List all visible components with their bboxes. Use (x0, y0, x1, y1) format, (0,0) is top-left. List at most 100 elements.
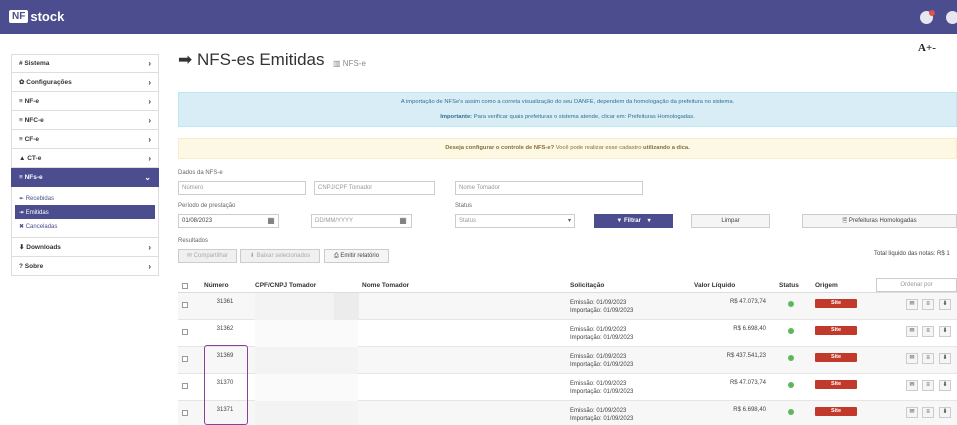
chevron-right-icon: › (148, 153, 151, 163)
sidebar: # Sistema › ✿ Configurações › ≡ NF-e › ≡ NF… (11, 54, 159, 276)
warn-link[interactable]: utilizando a dica. (643, 145, 690, 151)
cell-solicitacao: Emissão: 01/09/2023 Importação: 01/09/202… (570, 299, 633, 315)
importacao-date: Importação: 01/09/2023 (570, 335, 634, 341)
emissao-date: Emissão: 01/09/2023 (570, 354, 627, 360)
date-from-input[interactable]: 01/08/2023 (178, 214, 279, 228)
user-menu-icon[interactable] (946, 11, 957, 24)
col-status[interactable]: Status (779, 282, 799, 289)
masked-cell (255, 347, 358, 374)
row-checkbox[interactable] (182, 383, 188, 389)
cell-numero: 31361 (216, 299, 234, 305)
periodo-label: Período de prestação (178, 203, 236, 209)
submenu-item-emitidas[interactable]: ↠ Emitidas (15, 205, 155, 219)
barcode-icon[interactable]: ≡ (922, 353, 934, 364)
status-ok-icon (788, 382, 794, 388)
status-ok-icon (788, 328, 794, 334)
download-icon[interactable]: ⬇ (939, 407, 951, 418)
warning-alert: Deseja configurar o controle de NFS-e? V… (178, 138, 957, 159)
row-checkbox[interactable] (182, 329, 188, 335)
share-button[interactable]: ✉ Compartilhar (178, 249, 237, 263)
sidebar-item-nfe[interactable]: ≡ NF-e › (11, 92, 159, 111)
download-selected-button[interactable]: ⬇ Baixar selecionados (240, 249, 320, 263)
calendar-icon[interactable]: ▦ (265, 215, 277, 227)
barcode-icon[interactable]: ≡ (922, 299, 934, 310)
download-icon[interactable]: ⬇ (939, 380, 951, 391)
col-cpf-cnpj[interactable]: CPF/CNPJ Tomador (255, 282, 316, 289)
numero-input[interactable]: Número (178, 181, 306, 195)
col-solicitacao[interactable]: Solicitação (570, 282, 604, 289)
email-icon[interactable]: ✉ (906, 326, 918, 337)
clear-button[interactable]: Limpar (691, 214, 770, 228)
row-checkbox[interactable] (182, 302, 188, 308)
chevron-down-icon: ⌄ (144, 172, 151, 182)
cell-valor: R$ 6.698,40 (733, 407, 766, 413)
cnpj-input[interactable]: CNPJ/CPF Tomador (314, 181, 435, 195)
email-icon[interactable]: ✉ (906, 299, 918, 310)
email-icon[interactable]: ✉ (906, 407, 918, 418)
email-icon[interactable]: ✉ (906, 380, 918, 391)
sidebar-item-configuracoes[interactable]: ✿ Configurações › (11, 73, 159, 92)
sidebar-item-downloads[interactable]: ⬇ Downloads › (11, 238, 159, 257)
nfse-submenu: ↞ Recebidas ↠ Emitidas ✖ Canceladas (11, 187, 159, 238)
barcode-icon[interactable]: ≡ (922, 380, 934, 391)
sidebar-item-label: # Sistema (19, 60, 50, 67)
status-select[interactable]: Status ▾ (455, 214, 575, 228)
col-origem[interactable]: Origem (815, 282, 838, 289)
email-icon[interactable]: ✉ (906, 353, 918, 364)
download-icon[interactable]: ⬇ (939, 353, 951, 364)
origem-badge: Site (815, 299, 857, 308)
prefeituras-button[interactable]: 🖹 Prefeituras Homologadas (802, 214, 957, 228)
table-row[interactable]: 31369 Emissão: 01/09/2023 Importação: 01/… (178, 347, 957, 374)
sidebar-item-cte[interactable]: ▲ CT-e › (11, 149, 159, 168)
origem-badge: Site (815, 353, 857, 362)
origem-badge: Site (815, 380, 857, 389)
table-row[interactable]: 31371 Emissão: 01/09/2023 Importação: 01/… (178, 401, 957, 425)
barcode-icon[interactable]: ≡ (922, 326, 934, 337)
info-text: Para verificar quais prefeituras o siste… (472, 114, 695, 120)
col-nome-tomador[interactable]: Nome Tomador (362, 282, 409, 289)
tomador-input[interactable]: Nome Tomador (455, 181, 643, 195)
filter-button[interactable]: ▼ Filtrar ▾ (594, 214, 673, 228)
sidebar-item-sobre[interactable]: ? Sobre › (11, 257, 159, 276)
calendar-icon[interactable]: ▦ (397, 215, 409, 227)
sidebar-item-label: ≡ NF-e (19, 97, 40, 105)
barcode-icon: ▥ (333, 59, 341, 68)
download-icon[interactable]: ⬇ (939, 326, 951, 337)
row-checkbox[interactable] (182, 410, 188, 416)
download-icon[interactable]: ⬇ (939, 299, 951, 310)
font-size-control[interactable]: A+- (918, 42, 936, 54)
status-select-value: Status (459, 218, 477, 224)
sidebar-item-cfe[interactable]: ≡ CF-e › (11, 130, 159, 149)
chevron-right-icon: › (148, 134, 151, 144)
info-line-2: Importante: Para verificar quais prefeit… (179, 114, 956, 120)
origem-badge: Site (815, 326, 857, 335)
sidebar-item-label: ? Sobre (19, 262, 44, 270)
chevron-right-icon: › (148, 115, 151, 125)
sidebar-item-label: ⬇ Downloads (19, 244, 61, 251)
row-checkbox[interactable] (182, 356, 188, 362)
table-row[interactable]: 31362 Emissão: 01/09/2023 Importação: 01/… (178, 320, 957, 347)
order-by-input[interactable]: Ordenar por (876, 278, 957, 292)
table-row[interactable]: 31361 Emissão: 01/09/2023 Importação: 01/… (178, 293, 957, 320)
col-numero[interactable]: Número (204, 282, 229, 289)
table-row[interactable]: 31370 Emissão: 01/09/2023 Importação: 01/… (178, 374, 957, 401)
sidebar-item-label: ✿ Configurações (19, 79, 72, 86)
logo-box: NF (9, 10, 29, 23)
sidebar-item-label: ≡ NFs-e (19, 173, 43, 181)
warn-text: Você pode realizar esse cadastro (554, 145, 644, 151)
notification-bell-icon[interactable] (920, 10, 935, 24)
sidebar-item-nfce[interactable]: ≡ NFC-e › (11, 111, 159, 130)
cell-valor: R$ 6.698,40 (733, 326, 766, 332)
submenu-item-recebidas[interactable]: ↞ Recebidas (12, 191, 158, 205)
sidebar-item-nfse[interactable]: ≡ NFs-e ⌄ (11, 168, 159, 187)
submenu-item-canceladas[interactable]: ✖ Canceladas (12, 219, 158, 233)
col-valor-liquido[interactable]: Valor Líquido (694, 282, 735, 289)
barcode-icon[interactable]: ≡ (922, 407, 934, 418)
app-logo[interactable]: NF stock (9, 9, 64, 24)
select-all-checkbox[interactable] (182, 283, 188, 289)
report-button[interactable]: ⎙ Emitir relatório (324, 249, 389, 263)
chevron-right-icon: › (148, 59, 151, 68)
info-alert: A importação de NFSe's assim como a corr… (178, 92, 957, 127)
cell-valor: R$ 47.073,74 (729, 380, 766, 386)
sidebar-item-sistema[interactable]: # Sistema › (11, 54, 159, 73)
